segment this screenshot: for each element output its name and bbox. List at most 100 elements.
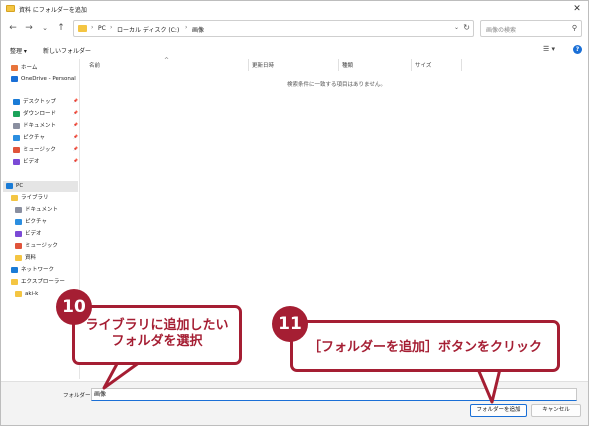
chevron-down-icon[interactable]: ⌄: [454, 24, 459, 31]
sidebar-item[interactable]: ダウンロード: [1, 109, 71, 120]
sidebar-item[interactable]: PC: [3, 181, 78, 192]
sidebar-item[interactable]: ミュージック: [1, 241, 71, 252]
sidebar-item[interactable]: ドキュメント: [1, 205, 71, 216]
column-name[interactable]: 名前: [89, 61, 100, 69]
video-icon: [13, 158, 20, 165]
cancel-button[interactable]: キャンセル: [531, 404, 581, 417]
breadcrumb-local-disk[interactable]: ローカル ディスク (C:): [117, 25, 179, 34]
navigation-pane: ホーム OneDrive - Personal デスクトップ 📌 ダウンロード 📌 ドキュメ…: [1, 59, 80, 379]
folder-name-field[interactable]: 画像: [91, 388, 577, 401]
music-icon: [13, 146, 20, 153]
sidebar-item[interactable]: デスクトップ: [1, 97, 71, 108]
sidebar-item-label: aki-k: [25, 291, 39, 297]
callout-text: ［フォルダーを追加］ボタンをクリック: [307, 340, 542, 355]
sidebar-item[interactable]: ピクチャ: [1, 133, 71, 144]
folder-icon: [78, 25, 87, 32]
folder-icon: [15, 254, 22, 261]
document-icon: [13, 122, 20, 129]
sidebar-item[interactable]: ホーム: [1, 63, 71, 74]
pin-icon[interactable]: 📌: [73, 158, 78, 163]
annotation-callout-click-add: ［フォルダーを追加］ボタンをクリック: [290, 320, 560, 372]
column-divider[interactable]: [248, 59, 249, 71]
folder-label: フォルダー:: [63, 393, 93, 399]
sidebar-item[interactable]: ビデオ: [1, 229, 71, 240]
breadcrumb-separator: ›: [185, 24, 188, 31]
breadcrumb-pc[interactable]: PC: [98, 25, 106, 32]
sidebar-item[interactable]: エクスプローラー: [1, 277, 71, 288]
search-icon[interactable]: ⚲: [572, 24, 577, 32]
home-icon: [11, 64, 18, 71]
column-date[interactable]: 更新日時: [252, 61, 274, 69]
up-button[interactable]: ↑: [55, 21, 67, 35]
sidebar-item-label: エクスプローラー: [21, 279, 65, 285]
sidebar-item-label: ネットワーク: [21, 267, 55, 273]
refresh-icon[interactable]: ↻: [463, 23, 470, 32]
new-folder-button[interactable]: 新しいフォルダー: [43, 46, 91, 55]
sidebar-item-label: ホーム: [21, 65, 38, 71]
column-divider[interactable]: [338, 59, 339, 71]
dialog-footer: フォルダー: 画像 フォルダーを追加 キャンセル: [1, 381, 588, 425]
folder-icon: [15, 290, 22, 297]
sidebar-item-label: ミュージック: [23, 147, 56, 153]
sidebar-item-label: デスクトップ: [23, 99, 57, 105]
network-icon: [11, 266, 18, 273]
address-bar[interactable]: › PC › ローカル ディスク (C:) › 画像 ⌄ ↻: [73, 20, 474, 37]
sidebar-item-label: ビデオ: [25, 231, 42, 237]
sidebar-item-label: PC: [16, 183, 24, 189]
cloud-icon: [11, 75, 18, 82]
sort-ascending-icon: ^: [164, 57, 170, 64]
sidebar-item-label: ピクチャ: [25, 219, 47, 225]
sidebar-item[interactable]: ビデオ: [1, 157, 71, 168]
music-icon: [15, 242, 22, 249]
picture-icon: [13, 134, 20, 141]
search-input[interactable]: 画像の検索 ⚲: [480, 20, 582, 37]
column-divider[interactable]: [411, 59, 412, 71]
sidebar-item-label: 資料: [25, 255, 37, 261]
add-folder-button[interactable]: フォルダーを追加: [470, 404, 527, 417]
sidebar-item-label: ミュージック: [25, 243, 58, 249]
pin-icon[interactable]: 📌: [73, 110, 78, 115]
pin-icon[interactable]: 📌: [73, 98, 78, 103]
sidebar-item[interactable]: OneDrive - Personal: [1, 74, 76, 85]
sidebar-item-label: OneDrive - Personal: [21, 76, 76, 82]
column-divider[interactable]: [461, 59, 462, 71]
sidebar-item-label: ビデオ: [23, 159, 40, 165]
download-icon: [13, 110, 20, 117]
sidebar-item[interactable]: ピクチャ: [1, 217, 71, 228]
sidebar-item[interactable]: ドキュメント: [1, 121, 71, 132]
sidebar-item[interactable]: ネットワーク: [1, 265, 71, 276]
organize-button[interactable]: 整理 ▾: [10, 46, 27, 55]
video-icon: [15, 230, 22, 237]
sidebar-item-label: ドキュメント: [23, 123, 57, 129]
step-number-badge: 11: [272, 306, 308, 342]
step-number-badge: 10: [56, 289, 92, 325]
pin-icon[interactable]: 📌: [73, 122, 78, 127]
column-size[interactable]: サイズ: [415, 61, 431, 69]
sidebar-item[interactable]: 資料: [1, 253, 71, 264]
pc-icon: [6, 182, 13, 189]
document-icon: [15, 206, 22, 213]
back-button[interactable]: ←: [7, 21, 19, 35]
close-button[interactable]: ✕: [571, 3, 583, 15]
recent-locations-button[interactable]: ⌄: [39, 21, 51, 35]
breadcrumb-separator: ›: [110, 24, 113, 31]
picture-icon: [15, 218, 22, 225]
breadcrumb-separator: ›: [91, 24, 94, 31]
title-bar: 資料 にフォルダーを追加 ✕: [1, 1, 588, 17]
sidebar-item[interactable]: ミュージック: [1, 145, 71, 156]
search-placeholder: 画像の検索: [486, 27, 517, 34]
pin-icon[interactable]: 📌: [73, 134, 78, 139]
view-menu-button[interactable]: ☰ ▾: [543, 45, 555, 53]
command-bar: 整理 ▾ 新しいフォルダー ☰ ▾ ?: [1, 42, 588, 58]
forward-button[interactable]: →: [23, 21, 35, 35]
sidebar-item-label: ピクチャ: [23, 135, 45, 141]
navigation-bar: ← → ⌄ ↑ › PC › ローカル ディスク (C:) › 画像 ⌄ ↻ 画…: [1, 19, 588, 39]
sidebar-item[interactable]: ライブラリ: [1, 193, 71, 204]
sidebar-item-label: ドキュメント: [25, 207, 59, 213]
empty-message: 検索条件に一致する項目はありません。: [287, 82, 386, 88]
pin-icon[interactable]: 📌: [73, 146, 78, 151]
help-icon[interactable]: ?: [573, 45, 582, 54]
column-type[interactable]: 種類: [342, 61, 353, 69]
sidebar-item-label: ダウンロード: [23, 111, 57, 117]
breadcrumb-images[interactable]: 画像: [192, 25, 204, 34]
